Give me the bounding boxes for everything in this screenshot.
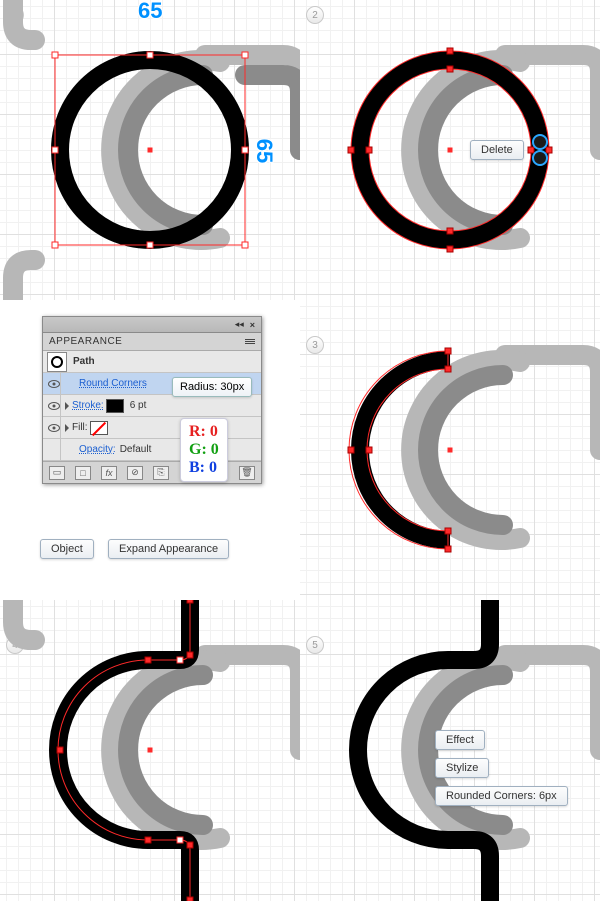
anchor-point[interactable] [366, 447, 373, 454]
anchor-point[interactable] [145, 657, 152, 664]
appearance-panel[interactable]: ◂◂ × APPEARANCE Path Round Corners Strok… [42, 316, 262, 484]
stroke-label[interactable]: Stroke: [72, 400, 104, 411]
anchor-point[interactable] [447, 66, 454, 73]
anchor-point[interactable] [187, 600, 194, 604]
dimension-width-label: 65 [138, 0, 162, 24]
radius-callout: Radius: 30px [172, 377, 252, 397]
transform-center [448, 448, 453, 453]
path-label: Path [73, 356, 95, 367]
visibility-eye-icon[interactable] [47, 373, 61, 395]
anchor-point[interactable] [447, 246, 454, 253]
selected-anchor-highlight [532, 150, 548, 166]
disclosure-triangle-icon[interactable] [65, 424, 69, 432]
anchor-point[interactable] [445, 528, 452, 535]
menu-expand-appearance[interactable]: Expand Appearance [108, 539, 229, 559]
rgb-r: R: 0 [189, 423, 219, 441]
rgb-g: G: 0 [189, 441, 219, 459]
anchor-point[interactable] [447, 228, 454, 235]
menu-stylize[interactable]: Stylize [435, 758, 489, 778]
menu-rounded-corners[interactable]: Rounded Corners: 6px [435, 786, 568, 806]
appearance-fill-row[interactable]: Fill: [43, 417, 261, 439]
anchor-point[interactable] [348, 147, 355, 154]
transform-center [148, 148, 153, 153]
rgb-callout: R: 0 G: 0 B: 0 [180, 418, 228, 482]
fill-label: Fill: [72, 422, 88, 433]
clear-icon[interactable]: ⊘ [127, 466, 143, 480]
transform-center [148, 748, 153, 753]
fx-text: fx [105, 468, 112, 478]
transform-center [448, 148, 453, 153]
anchor-point[interactable] [57, 747, 64, 754]
panel-collapse-bar[interactable]: ◂◂ × [43, 317, 261, 333]
anchor-point[interactable] [348, 447, 355, 454]
anchor-point[interactable] [447, 48, 454, 55]
panel-title: APPEARANCE [43, 333, 261, 351]
step-2-canvas[interactable]: 2 Delete [300, 0, 600, 300]
fill-swatch-none[interactable] [90, 421, 108, 435]
panel-title-text: APPEARANCE [49, 336, 122, 347]
anchor-point[interactable] [187, 897, 194, 901]
menu-object[interactable]: Object [40, 539, 94, 559]
visibility-eye-icon[interactable] [47, 395, 61, 417]
appearance-footer: ▭ □ fx ⊘ ⎘ 🗑 [43, 461, 261, 483]
anchor-point[interactable] [366, 147, 373, 154]
menu-effect[interactable]: Effect [435, 730, 485, 750]
step-4-canvas[interactable]: 4 [0, 600, 300, 901]
appearance-path-row[interactable]: Path [43, 351, 261, 373]
round-corners-link[interactable]: Round Corners [79, 378, 147, 389]
duplicate-icon[interactable]: ⎘ [153, 466, 169, 480]
anchor-point[interactable] [177, 657, 184, 664]
fx-icon[interactable]: fx [101, 466, 117, 480]
anchor-point[interactable] [187, 652, 194, 659]
anchor-point[interactable] [187, 842, 194, 849]
new-art-icon[interactable]: ▭ [49, 466, 65, 480]
anchor-point[interactable] [445, 366, 452, 373]
delete-button[interactable]: Delete [470, 140, 524, 160]
collapse-arrows-icon: ◂◂ [235, 319, 244, 330]
opacity-value: Default [120, 444, 152, 455]
anchor-point[interactable] [445, 348, 452, 355]
step-5-canvas[interactable]: 5 Effect Stylize Rounded Corners: 6px [300, 600, 600, 901]
dimension-height-label: 65 [251, 139, 277, 163]
visibility-eye-icon[interactable] [47, 417, 61, 439]
anchor-point[interactable] [445, 546, 452, 553]
stroke-weight-value: 6 pt [130, 400, 147, 411]
rgb-b: B: 0 [189, 459, 219, 477]
appearance-stroke-row[interactable]: Stroke: 6 pt [43, 395, 261, 417]
disclosure-triangle-icon[interactable] [65, 402, 69, 410]
step-3-canvas[interactable]: 3 [300, 300, 600, 600]
anchor-point[interactable] [177, 837, 184, 844]
panel-menu-icon[interactable] [245, 339, 255, 344]
stroke-swatch[interactable] [106, 399, 124, 413]
path-thumb-icon [47, 352, 67, 372]
new-fill-icon[interactable]: □ [75, 466, 91, 480]
anchor-point[interactable] [145, 837, 152, 844]
trash-icon[interactable]: 🗑 [239, 466, 255, 480]
appearance-opacity-row[interactable]: Opacity: Default [43, 439, 261, 461]
selected-anchor-highlight [532, 134, 548, 150]
step-1-canvas[interactable]: 1 65 65 [0, 0, 300, 300]
visibility-eye-icon[interactable] [47, 439, 61, 461]
close-x-icon[interactable]: × [250, 320, 255, 330]
opacity-label[interactable]: Opacity: [79, 444, 116, 455]
